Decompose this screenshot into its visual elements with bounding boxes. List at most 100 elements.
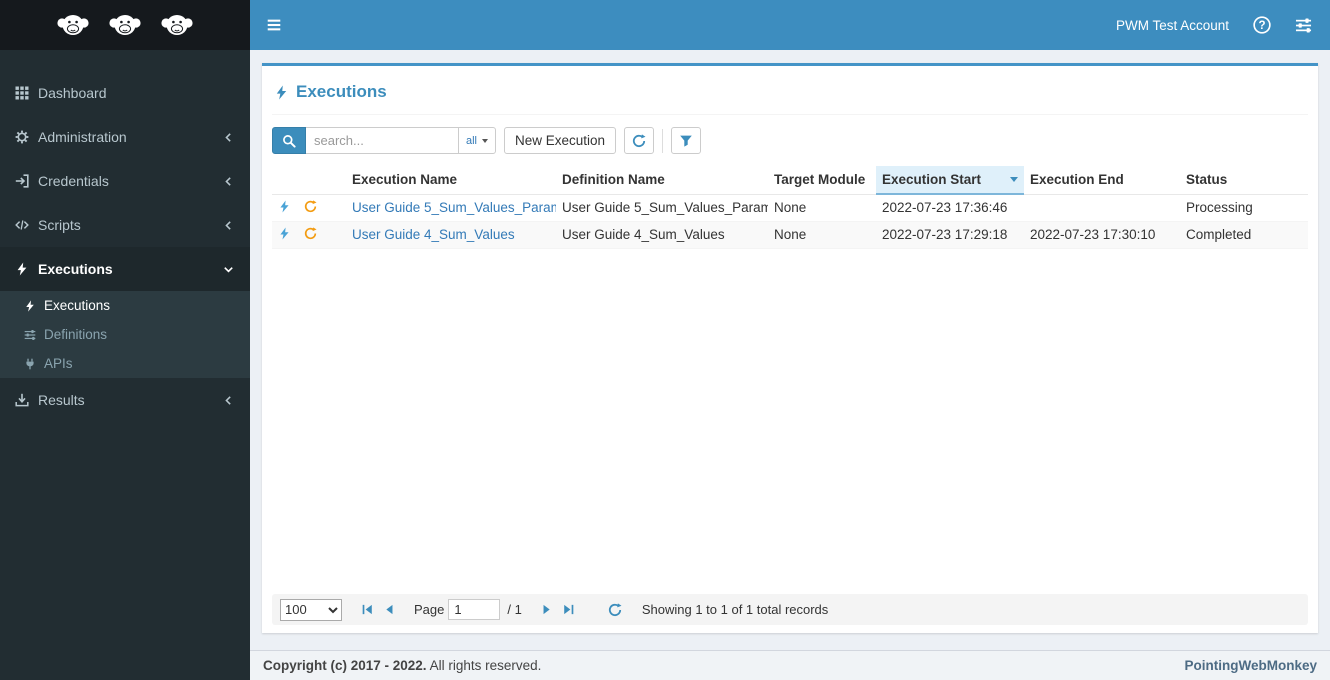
first-page-icon	[361, 603, 374, 616]
hamburger-icon	[266, 17, 282, 33]
chevron-left-icon	[222, 219, 235, 232]
first-page-button[interactable]	[356, 603, 378, 616]
submenu-item-executions[interactable]: Executions	[0, 291, 250, 320]
copyright-bold: Copyright (c) 2017 - 2022.	[263, 658, 427, 673]
search-button[interactable]	[272, 127, 306, 154]
sliders-icon	[24, 329, 36, 341]
search-icon	[282, 134, 296, 148]
executions-submenu-wrap: Executions Definitions APIs	[0, 291, 250, 378]
account-menu[interactable]: PWM Test Account	[1116, 18, 1229, 33]
execution-start-cell: 2022-07-23 17:36:46	[876, 194, 1024, 222]
column-status[interactable]: Status	[1180, 166, 1308, 195]
caret-down-icon	[482, 138, 489, 143]
sidebar-item-label: Dashboard	[38, 85, 107, 101]
submenu-item-definitions[interactable]: Definitions	[0, 320, 250, 349]
total-pages-label: / 1	[507, 602, 522, 617]
column-run-action	[272, 166, 298, 195]
chevron-left-icon	[222, 394, 235, 407]
last-page-button[interactable]	[558, 603, 580, 616]
code-icon	[15, 218, 29, 232]
toolbar: all New Execution	[272, 115, 1308, 158]
page-number-input[interactable]	[448, 599, 501, 620]
run-execution-icon[interactable]	[278, 227, 291, 240]
status-cell: Completed	[1180, 221, 1308, 249]
help-button[interactable]	[1253, 16, 1271, 34]
page-title-text: Executions	[296, 82, 387, 101]
executions-table: Execution Name Definition Name Target Mo…	[272, 166, 1308, 249]
copyright: Copyright (c) 2017 - 2022. All rights re…	[263, 658, 541, 673]
execution-name-link[interactable]: User Guide 4_Sum_Values	[352, 227, 515, 242]
target-module-cell: None	[768, 221, 876, 249]
sidebar-item-administration[interactable]: Administration	[0, 115, 250, 159]
executions-panel: Executions all New Execution	[262, 63, 1318, 633]
sidebar-item-label: Administration	[38, 129, 127, 145]
sliders-icon	[1295, 17, 1312, 34]
next-page-icon	[540, 603, 553, 616]
submenu-item-label: Executions	[44, 298, 111, 313]
filter-funnel-icon	[679, 134, 693, 148]
next-page-button[interactable]	[536, 603, 558, 616]
new-execution-button[interactable]: New Execution	[504, 127, 617, 154]
status-cell: Processing	[1180, 194, 1308, 222]
refresh-execution-icon[interactable]	[304, 227, 317, 240]
pagination-bar: 100 Page / 1 Showing 1 to 1 of 1 total r…	[272, 594, 1308, 625]
run-execution-icon[interactable]	[278, 200, 291, 213]
search-input[interactable]	[306, 127, 458, 154]
grid-icon	[15, 86, 29, 100]
gear-icon	[15, 130, 29, 144]
sort-desc-icon	[1010, 177, 1018, 182]
brand-name: PointingWebMonkey	[1184, 658, 1317, 673]
settings-button[interactable]	[1295, 17, 1312, 34]
sidebar-item-label: Executions	[38, 261, 113, 277]
search-scope-label: all	[466, 134, 478, 147]
table-header-row: Execution Name Definition Name Target Mo…	[272, 166, 1308, 195]
bolt-icon	[24, 300, 36, 312]
sidebar-item-credentials[interactable]: Credentials	[0, 159, 250, 203]
target-module-cell: None	[768, 194, 876, 222]
search-scope-dropdown[interactable]: all	[458, 127, 497, 154]
sidebar-item-results[interactable]: Results	[0, 378, 250, 422]
sidebar-item-dashboard[interactable]: Dashboard	[0, 71, 250, 115]
submenu-item-apis[interactable]: APIs	[0, 349, 250, 378]
column-target-module[interactable]: Target Module	[768, 166, 876, 195]
help-circle-icon	[1253, 16, 1271, 34]
previous-page-icon	[383, 603, 396, 616]
main-header: PWM Test Account	[0, 0, 1330, 50]
executions-submenu: Executions Definitions APIs	[0, 291, 250, 378]
logo[interactable]	[0, 0, 250, 50]
sidebar-item-label: Scripts	[38, 217, 81, 233]
sidebar-item-label: Credentials	[38, 173, 109, 189]
column-definition-name[interactable]: Definition Name	[556, 166, 768, 195]
execution-end-cell	[1024, 194, 1180, 222]
sidebar-item-label: Results	[38, 392, 85, 408]
three-monkeys-logo-image	[57, 15, 193, 35]
sidebar-toggle-button[interactable]	[250, 0, 298, 50]
page-title: Executions	[272, 66, 1308, 115]
column-execution-name[interactable]: Execution Name	[346, 166, 556, 195]
definition-name-cell: User Guide 5_Sum_Values_Param	[556, 194, 768, 222]
column-execution-end[interactable]: Execution End	[1024, 166, 1180, 195]
content-area: Executions all New Execution	[250, 50, 1330, 650]
last-page-icon	[562, 603, 575, 616]
refresh-list-button[interactable]	[624, 127, 655, 154]
filter-button[interactable]	[671, 127, 702, 154]
previous-page-button[interactable]	[378, 603, 400, 616]
submenu-item-label: Definitions	[44, 327, 108, 342]
refresh-icon	[608, 603, 622, 617]
top-navbar: PWM Test Account	[250, 0, 1330, 50]
bolt-icon	[15, 262, 29, 276]
refresh-execution-icon[interactable]	[304, 200, 317, 213]
sign-in-icon	[15, 174, 29, 188]
execution-end-cell: 2022-07-23 17:30:10	[1024, 221, 1180, 249]
plug-icon	[24, 358, 36, 370]
main-footer: Copyright (c) 2017 - 2022. All rights re…	[250, 650, 1330, 680]
sidebar-item-scripts[interactable]: Scripts	[0, 203, 250, 247]
refresh-table-button[interactable]	[604, 603, 626, 617]
sidebar-item-executions[interactable]: Executions	[0, 247, 250, 291]
column-execution-start[interactable]: Execution Start	[876, 166, 1024, 195]
column-refresh-action	[298, 166, 346, 195]
page-size-select[interactable]: 100	[280, 598, 342, 621]
toolbar-divider	[662, 128, 664, 153]
definition-name-cell: User Guide 4_Sum_Values	[556, 221, 768, 249]
execution-name-link[interactable]: User Guide 5_Sum_Values_Param	[352, 200, 556, 215]
